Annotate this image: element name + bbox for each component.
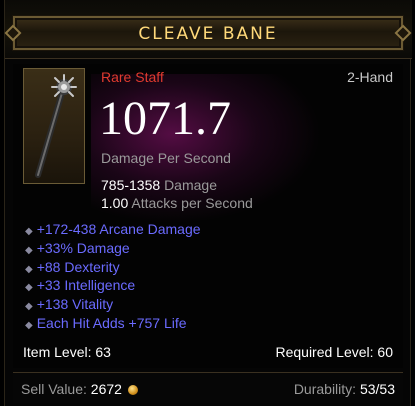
item-slot-type: 2-Hand <box>347 69 393 85</box>
required-level: Required Level: 60 <box>275 344 393 360</box>
affix-bullet-icon: ◆ <box>25 226 33 237</box>
damage-label: Damage <box>164 177 217 193</box>
tooltip-body: Rare Staff 2-Hand 1071.7 Damage Per Seco… <box>13 64 403 368</box>
staff-icon <box>35 74 77 178</box>
affix-line: ◆ +33 Intelligence <box>25 277 136 293</box>
affix-bullet-icon: ◆ <box>25 245 33 256</box>
dps-value: 1071.7 <box>99 92 231 145</box>
damage-range: 785-1358 <box>101 177 161 193</box>
sell-value: Sell Value: 2672 <box>21 381 138 397</box>
title-plate: CLEAVE BANE <box>13 16 403 50</box>
affix-bullet-icon: ◆ <box>25 264 33 275</box>
affix-line: ◆ +138 Vitality <box>25 296 114 312</box>
gold-coin-icon <box>127 385 138 395</box>
affix-bullet-icon: ◆ <box>25 301 33 312</box>
item-tooltip: CLEAVE BANE Rare Staff 2-Hand 1071.7 Dam… <box>4 0 412 406</box>
tooltip-footer: Sell Value: 2672 Durability: 53/53 <box>13 372 403 403</box>
attack-speed-stat: 1.00 Attacks per Second <box>101 195 253 211</box>
affix-bullet-icon: ◆ <box>25 282 33 293</box>
affix-line: ◆ Each Hit Adds +757 Life <box>25 315 187 331</box>
attack-speed-label: Attacks per Second <box>131 195 253 211</box>
dps-label: Damage Per Second <box>101 150 231 166</box>
item-icon-slot <box>23 68 85 184</box>
attack-speed-value: 1.00 <box>101 195 129 211</box>
durability: Durability: 53/53 <box>293 381 395 397</box>
item-rarity-type: Rare Staff <box>101 69 164 85</box>
item-name: CLEAVE BANE <box>138 24 278 44</box>
affix-bullet-icon: ◆ <box>25 320 33 331</box>
damage-stat: 785-1358 Damage <box>101 177 217 193</box>
affix-line: ◆ +172-438 Arcane Damage <box>25 221 201 237</box>
tooltip-header: CLEAVE BANE <box>5 0 412 59</box>
item-level: Item Level: 63 <box>23 344 111 360</box>
affix-line: ◆ +33% Damage <box>25 240 130 256</box>
affix-line: ◆ +88 Dexterity <box>25 259 120 275</box>
